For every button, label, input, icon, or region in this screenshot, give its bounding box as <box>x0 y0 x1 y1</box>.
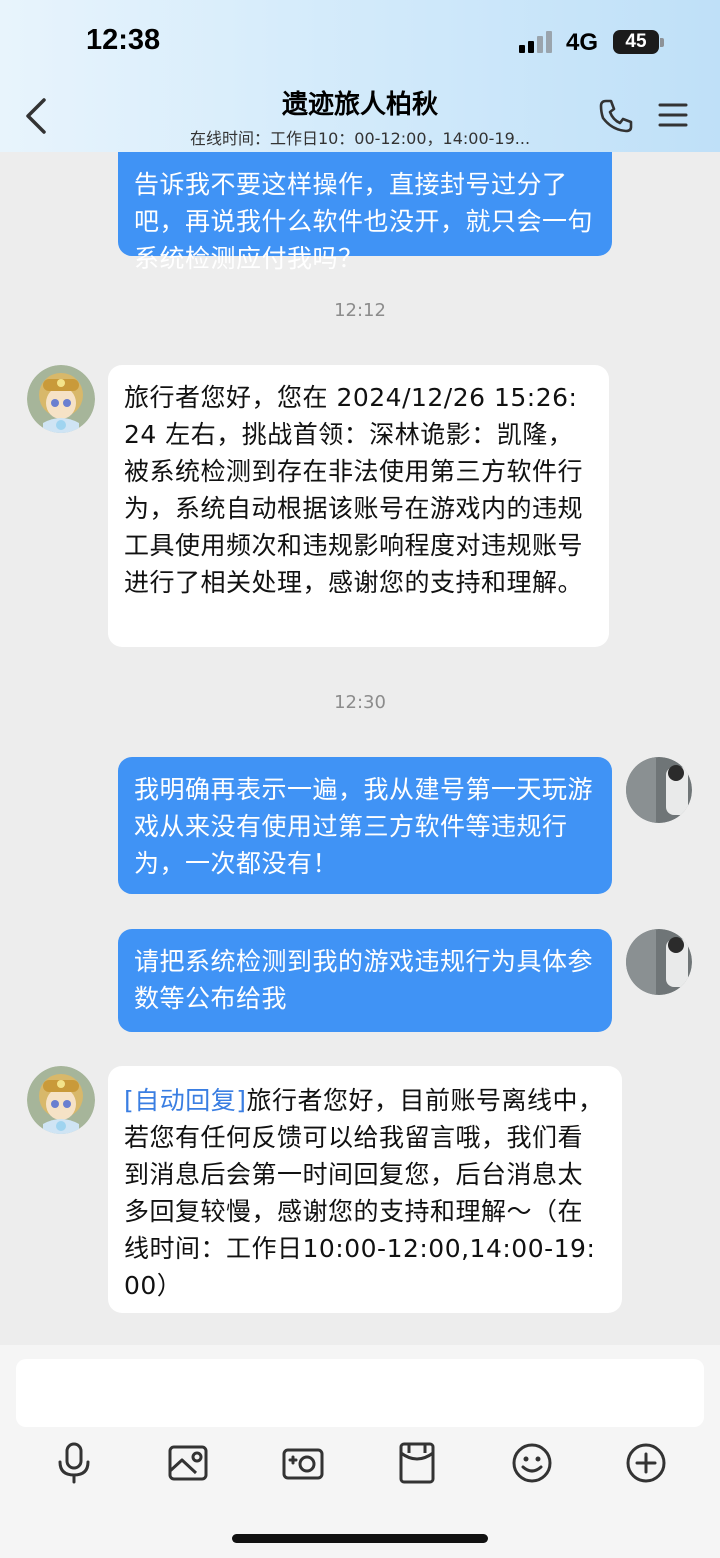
microphone-icon <box>58 1442 90 1484</box>
phone-icon <box>599 99 633 133</box>
camera-button[interactable] <box>281 1441 325 1485</box>
battery-icon: 45 <box>613 30 659 54</box>
message-text: 我明确再表示一遍，我从建号第一天玩游戏从来没有使用过第三方软件等违规行为，一次都… <box>134 775 594 878</box>
status-time: 12:38 <box>86 24 161 56</box>
avatar-service[interactable] <box>27 365 95 433</box>
signal-icon <box>519 31 555 53</box>
voice-button[interactable] <box>52 1441 96 1485</box>
red-packet-button[interactable] <box>395 1441 439 1485</box>
emoji-button[interactable] <box>510 1441 554 1485</box>
menu-button[interactable] <box>658 100 688 130</box>
battery-level: 45 <box>625 31 647 52</box>
message-bubble-service[interactable]: [自动回复]旅行者您好，目前账号离线中，若您有任何反馈可以给我留言哦，我们看到消… <box>108 1066 622 1313</box>
chat-header: 12:38 4G 45 遗迹旅人柏秋 在线时间：工作日10：00-12:00，1… <box>0 0 720 152</box>
message-text: 告诉我不要这样操作，直接封号过分了吧，再说我什么软件也没开，就只会一句系统检测应… <box>134 170 594 273</box>
chat-area[interactable]: 告诉我不要这样操作，直接封号过分了吧，再说我什么软件也没开，就只会一句系统检测应… <box>0 0 720 1345</box>
message-text: 旅行者您好，目前账号离线中，若您有任何反馈可以给我留言哦，我们看到消息后会第一时… <box>124 1086 604 1300</box>
message-bubble-service[interactable]: 旅行者您好，您在 2024/12/26 15:26:24 左右，挑战首领：深林诡… <box>108 365 609 647</box>
camera-icon <box>282 1448 324 1480</box>
message-input[interactable] <box>16 1359 704 1427</box>
image-button[interactable] <box>166 1441 210 1485</box>
emoji-icon <box>512 1443 552 1483</box>
network-label: 4G <box>566 29 599 56</box>
composer <box>0 1345 720 1558</box>
message-timestamp: 12:30 <box>334 692 386 713</box>
home-indicator <box>232 1534 488 1543</box>
auto-reply-tag: [自动回复] <box>124 1086 247 1115</box>
message-bubble-mine[interactable]: 请把系统检测到我的游戏违规行为具体参数等公布给我 <box>118 929 612 1032</box>
more-button[interactable] <box>624 1441 668 1485</box>
avatar-service[interactable] <box>27 1066 95 1134</box>
message-text: 旅行者您好，您在 2024/12/26 15:26:24 左右，挑战首领：深林诡… <box>124 383 584 597</box>
message-timestamp: 12:12 <box>334 300 386 321</box>
hamburger-menu-icon <box>658 103 688 127</box>
battery-nub <box>660 38 664 47</box>
call-button[interactable] <box>598 98 634 134</box>
avatar-me[interactable] <box>626 757 692 823</box>
red-packet-icon <box>399 1442 435 1484</box>
image-icon <box>168 1445 208 1481</box>
message-bubble-mine[interactable]: 我明确再表示一遍，我从建号第一天玩游戏从来没有使用过第三方软件等违规行为，一次都… <box>118 757 612 894</box>
message-text: 请把系统检测到我的游戏违规行为具体参数等公布给我 <box>134 947 594 1013</box>
plus-icon <box>626 1443 666 1483</box>
avatar-me[interactable] <box>626 929 692 995</box>
